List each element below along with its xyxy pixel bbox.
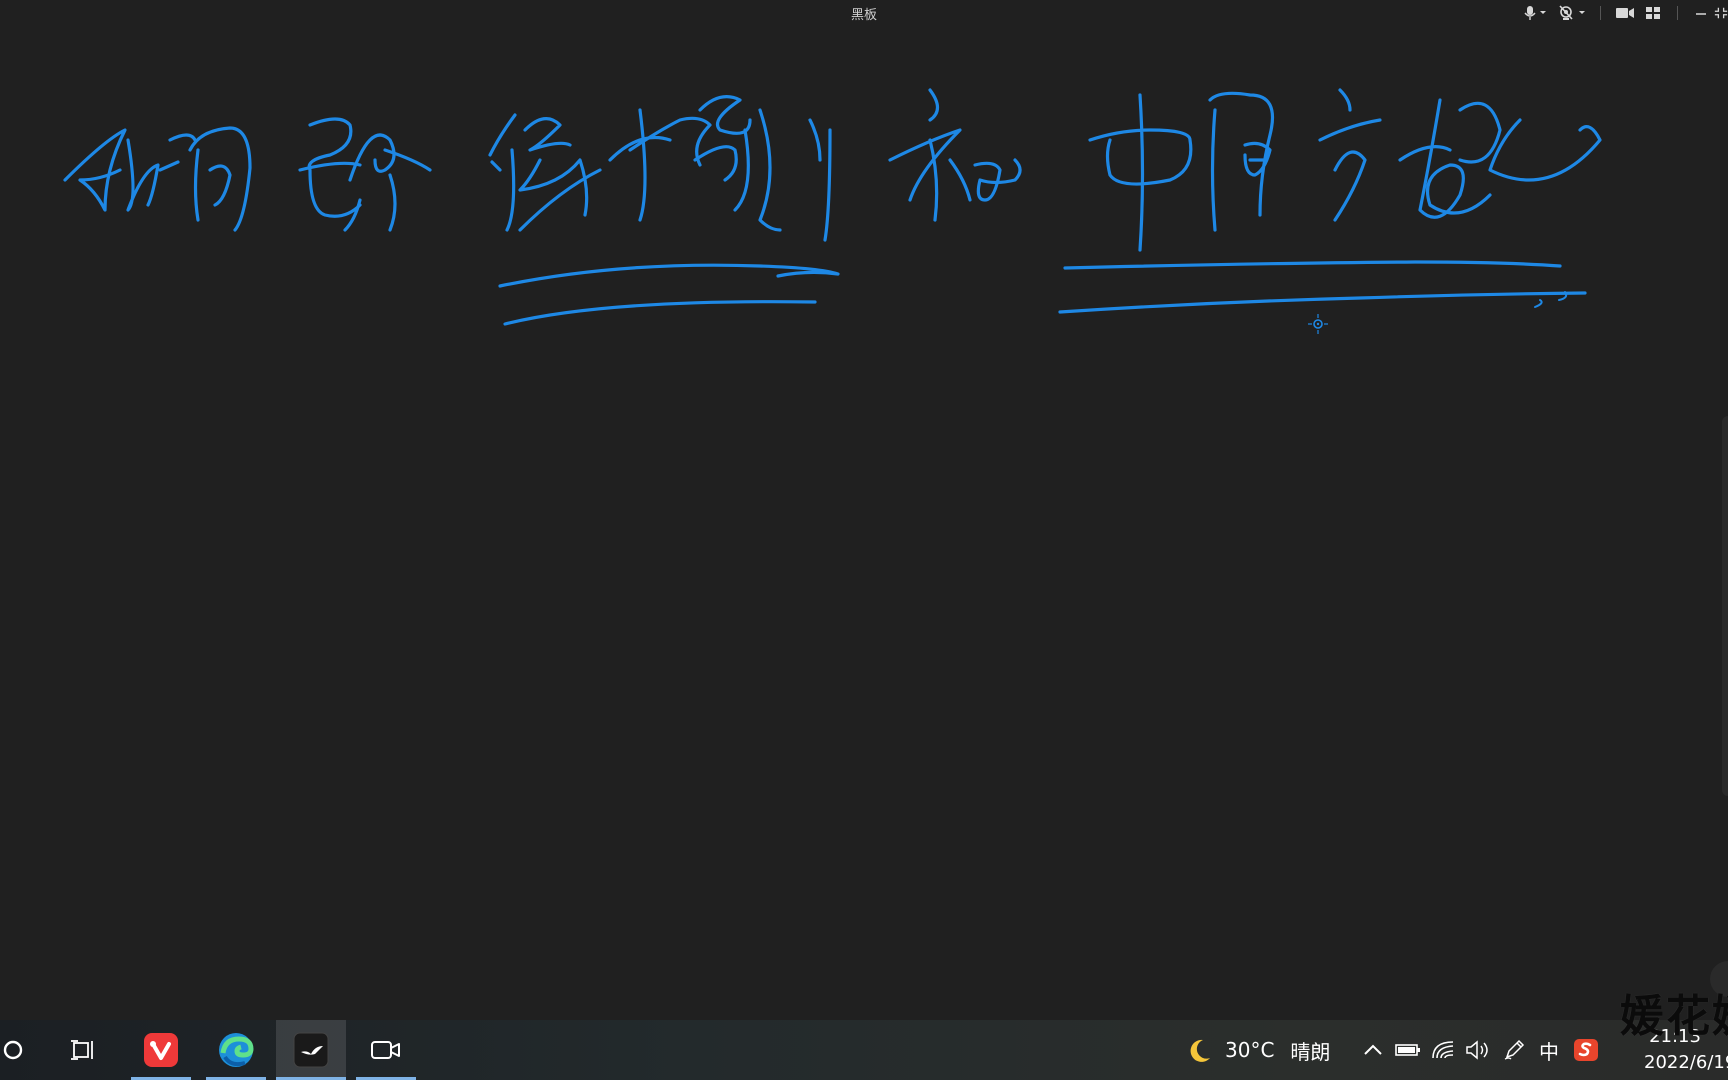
exit-fullscreen-icon[interactable] bbox=[1714, 3, 1728, 23]
window-title: 黑板 bbox=[850, 8, 877, 23]
titlebar-separator bbox=[1600, 6, 1601, 20]
grid-layout-icon[interactable] bbox=[1639, 3, 1667, 23]
weather-temperature: 30°C bbox=[1225, 1038, 1275, 1062]
whiteboard-app-icon[interactable] bbox=[276, 1020, 346, 1080]
weather-condition: 晴朗 bbox=[1290, 1039, 1331, 1064]
moon-icon bbox=[1185, 1036, 1213, 1064]
battery-icon[interactable] bbox=[1390, 1043, 1426, 1057]
vivaldi-browser-icon[interactable] bbox=[131, 1020, 191, 1080]
drawing-canvas[interactable] bbox=[0, 26, 1728, 1020]
pen-icon[interactable] bbox=[1496, 1039, 1532, 1061]
titlebar: 黑板 bbox=[0, 0, 1728, 26]
cortana-circle-icon[interactable] bbox=[0, 1020, 26, 1080]
edge-browser-icon[interactable] bbox=[206, 1020, 266, 1080]
task-view-icon[interactable] bbox=[64, 1020, 104, 1080]
camera-muted-icon[interactable] bbox=[1556, 3, 1590, 23]
chevron-up-icon[interactable] bbox=[1356, 1043, 1390, 1057]
sogou-input-icon[interactable] bbox=[1566, 1037, 1606, 1063]
video-camera-icon[interactable] bbox=[1611, 3, 1639, 23]
clock-date: 2022/6/19 bbox=[1644, 1052, 1728, 1073]
volume-icon[interactable] bbox=[1460, 1040, 1496, 1060]
watermark-text: 媛花媛 bbox=[1620, 991, 1728, 1042]
minimize-icon[interactable] bbox=[1688, 3, 1714, 23]
side-panel-edge[interactable] bbox=[1722, 416, 1728, 796]
whiteboard-window: 黑板 bbox=[0, 0, 1728, 1020]
input-method-indicator[interactable]: 中 bbox=[1532, 1036, 1566, 1065]
wifi-icon[interactable] bbox=[1426, 1040, 1460, 1060]
microphone-icon[interactable] bbox=[1520, 3, 1550, 23]
system-tray: 中 bbox=[1356, 1020, 1606, 1080]
camera-app-icon[interactable] bbox=[356, 1020, 416, 1080]
weather-widget[interactable]: 30°C 晴朗 bbox=[1185, 1020, 1330, 1080]
handwriting-strokes bbox=[63, 88, 1602, 326]
titlebar-controls bbox=[1520, 3, 1728, 23]
pen-cursor-icon bbox=[1308, 314, 1328, 334]
titlebar-separator bbox=[1677, 6, 1678, 20]
taskbar: 30°C 晴朗 中 21:13 2022/6/19 bbox=[0, 1020, 1728, 1080]
